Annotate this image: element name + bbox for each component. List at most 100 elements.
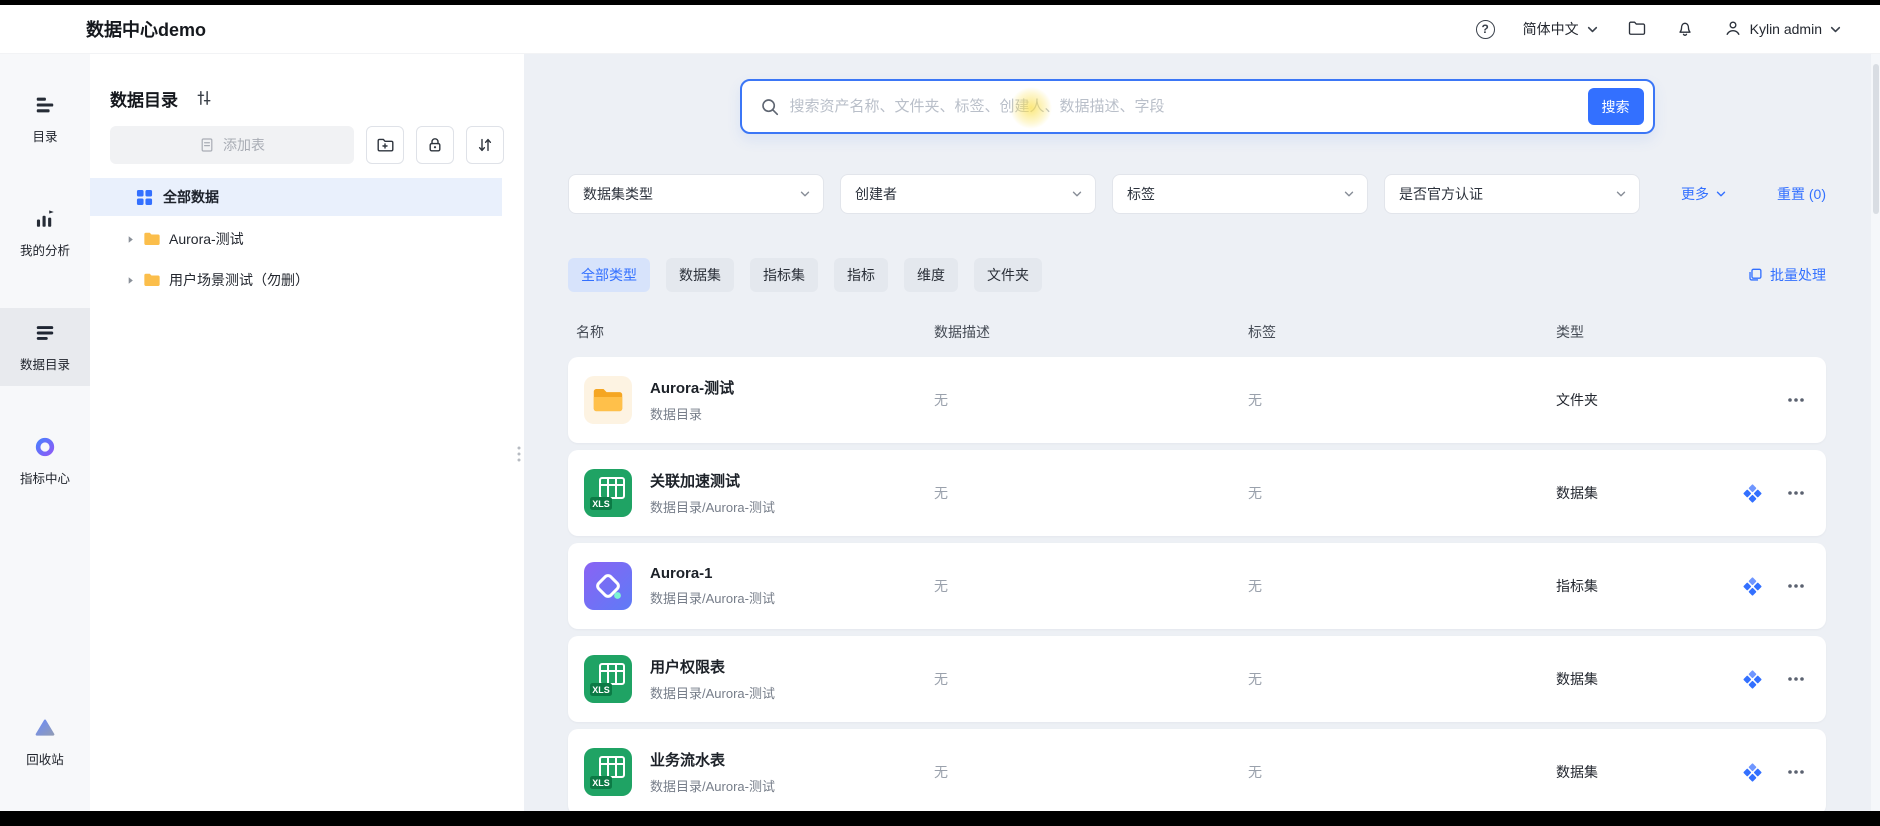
filter-tag[interactable]: 标签 [1112, 174, 1368, 214]
folder-icon [143, 272, 161, 288]
app-title: 数据中心demo [86, 16, 206, 42]
tree-item-folder[interactable]: 用户场景测试（勿删） [90, 262, 502, 298]
sort-icon [476, 136, 494, 154]
chevron-down-icon [1715, 188, 1727, 200]
tab-metric-sets[interactable]: 指标集 [750, 258, 818, 292]
sidebar-item-recycle-bin[interactable]: 回收站 [0, 703, 90, 781]
chevron-down-icon [1615, 188, 1627, 200]
tab-metrics[interactable]: 指标 [834, 258, 888, 292]
table-header: 名称 数据描述 标签 类型 [568, 322, 1826, 342]
sidebar-item-data-catalog[interactable]: 数据目录 [0, 308, 90, 386]
filter-label: 数据集类型 [583, 184, 653, 204]
accelerate-icon[interactable] [1743, 670, 1762, 689]
more-actions-icon[interactable] [1786, 576, 1806, 596]
sidebar-item-catalog[interactable]: 目录 [0, 80, 90, 158]
asset-path: 数据目录 [650, 404, 734, 423]
topbar-actions: ? 简体中文 Kylin [1476, 18, 1842, 41]
more-filters-link[interactable]: 更多 [1681, 184, 1727, 204]
asset-type: 文件夹 [1556, 390, 1598, 410]
asset-description: 无 [934, 390, 1248, 410]
filter-creator[interactable]: 创建者 [840, 174, 1096, 214]
help-button[interactable]: ? [1476, 20, 1495, 39]
language-selector[interactable]: 简体中文 [1523, 19, 1599, 39]
asset-type: 数据集 [1556, 669, 1598, 689]
asset-list: Aurora-测试 数据目录 无 无 文件夹 [568, 357, 1826, 811]
chevron-down-icon [1343, 188, 1355, 200]
header-type: 类型 [1556, 322, 1826, 342]
main-content: 搜索 数据集类型 创建者 标签 是否官方认证 [524, 54, 1880, 811]
table-row[interactable]: Aurora-测试 数据目录 无 无 文件夹 [568, 357, 1826, 443]
files-button[interactable] [1627, 18, 1647, 41]
filters-row: 数据集类型 创建者 标签 是否官方认证 更多 [568, 174, 1826, 214]
sidebar-item-my-analysis[interactable]: 我的分析 [0, 194, 90, 272]
more-actions-icon[interactable] [1786, 483, 1806, 503]
folder-icon [1627, 18, 1647, 41]
accelerate-icon[interactable] [1743, 577, 1762, 596]
header-description: 数据描述 [934, 322, 1248, 342]
more-actions-icon[interactable] [1786, 669, 1806, 689]
asset-description: 无 [934, 483, 1248, 503]
panel-settings-icon[interactable] [195, 89, 213, 107]
asset-name[interactable]: 用户权限表 [650, 656, 775, 677]
asset-search-bar: 搜索 [740, 79, 1655, 134]
user-menu[interactable]: Kylin admin [1723, 18, 1842, 41]
filter-certified[interactable]: 是否官方认证 [1384, 174, 1640, 214]
notifications-button[interactable] [1675, 18, 1695, 41]
add-table-button[interactable]: 添加表 [110, 126, 354, 164]
batch-process-link[interactable]: 批量处理 [1747, 265, 1826, 285]
sidebar-item-metrics-center[interactable]: 指标中心 [0, 422, 90, 500]
recycle-bin-icon [33, 716, 57, 740]
add-table-icon [199, 137, 215, 153]
scrollbar-thumb[interactable] [1873, 64, 1879, 214]
accelerate-icon[interactable] [1743, 763, 1762, 782]
caret-right-icon [126, 235, 135, 244]
catalog-tree: 全部数据 Aurora-测试 [90, 178, 524, 298]
user-name: Kylin admin [1750, 21, 1822, 37]
asset-name[interactable]: Aurora-1 [650, 565, 775, 582]
tab-all-types[interactable]: 全部类型 [568, 258, 650, 292]
sidebar-item-label: 我的分析 [20, 240, 70, 259]
analysis-chart-icon [33, 207, 57, 231]
asset-name[interactable]: Aurora-测试 [650, 377, 734, 398]
more-actions-icon[interactable] [1786, 390, 1806, 410]
table-row[interactable]: XLS 用户权限表 数据目录/Aurora-测试 无 无 数据集 [568, 636, 1826, 722]
reset-filters-link[interactable]: 重置 (0) [1777, 184, 1826, 204]
dataset-xls-icon: XLS [584, 748, 632, 796]
tree-item-folder[interactable]: Aurora-测试 [90, 221, 502, 257]
new-folder-button[interactable] [366, 126, 404, 164]
table-row[interactable]: Aurora-1 数据目录/Aurora-测试 无 无 指标集 [568, 543, 1826, 629]
more-actions-icon[interactable] [1786, 762, 1806, 782]
svg-text:XLS: XLS [592, 685, 610, 695]
table-row[interactable]: XLS 关联加速测试 数据目录/Aurora-测试 无 无 数据集 [568, 450, 1826, 536]
asset-path: 数据目录/Aurora-测试 [650, 588, 775, 607]
nav-sidebar: 目录 我的分析 数据目录 [0, 54, 90, 811]
asset-tag: 无 [1248, 669, 1556, 689]
asset-tag: 无 [1248, 576, 1556, 596]
permission-button[interactable] [416, 126, 454, 164]
catalog-panel: 数据目录 添加表 [90, 54, 524, 811]
add-table-label: 添加表 [223, 135, 265, 155]
vertical-scrollbar[interactable] [1871, 54, 1880, 811]
search-input[interactable] [790, 98, 1588, 115]
tab-folders[interactable]: 文件夹 [974, 258, 1042, 292]
chevron-down-icon [799, 188, 811, 200]
chevron-down-icon [1071, 188, 1083, 200]
asset-name[interactable]: 业务流水表 [650, 749, 775, 770]
panel-resize-handle[interactable] [515, 446, 523, 462]
asset-name[interactable]: 关联加速测试 [650, 470, 775, 491]
tree-item-all-data[interactable]: 全部数据 [90, 178, 502, 216]
search-button[interactable]: 搜索 [1588, 88, 1644, 125]
sort-button[interactable] [466, 126, 504, 164]
data-catalog-icon [33, 321, 57, 345]
sidebar-item-label: 指标中心 [20, 468, 70, 487]
tab-datasets[interactable]: 数据集 [666, 258, 734, 292]
filter-dataset-type[interactable]: 数据集类型 [568, 174, 824, 214]
filter-label: 是否官方认证 [1399, 184, 1483, 204]
accelerate-icon[interactable] [1743, 484, 1762, 503]
tab-dimensions[interactable]: 维度 [904, 258, 958, 292]
catalog-icon [33, 93, 57, 117]
tree-item-label: Aurora-测试 [169, 229, 244, 249]
app-window: 数据中心demo ? 简体中文 [0, 5, 1880, 811]
table-row[interactable]: XLS 业务流水表 数据目录/Aurora-测试 无 无 数据集 [568, 729, 1826, 811]
bell-icon [1675, 18, 1695, 41]
